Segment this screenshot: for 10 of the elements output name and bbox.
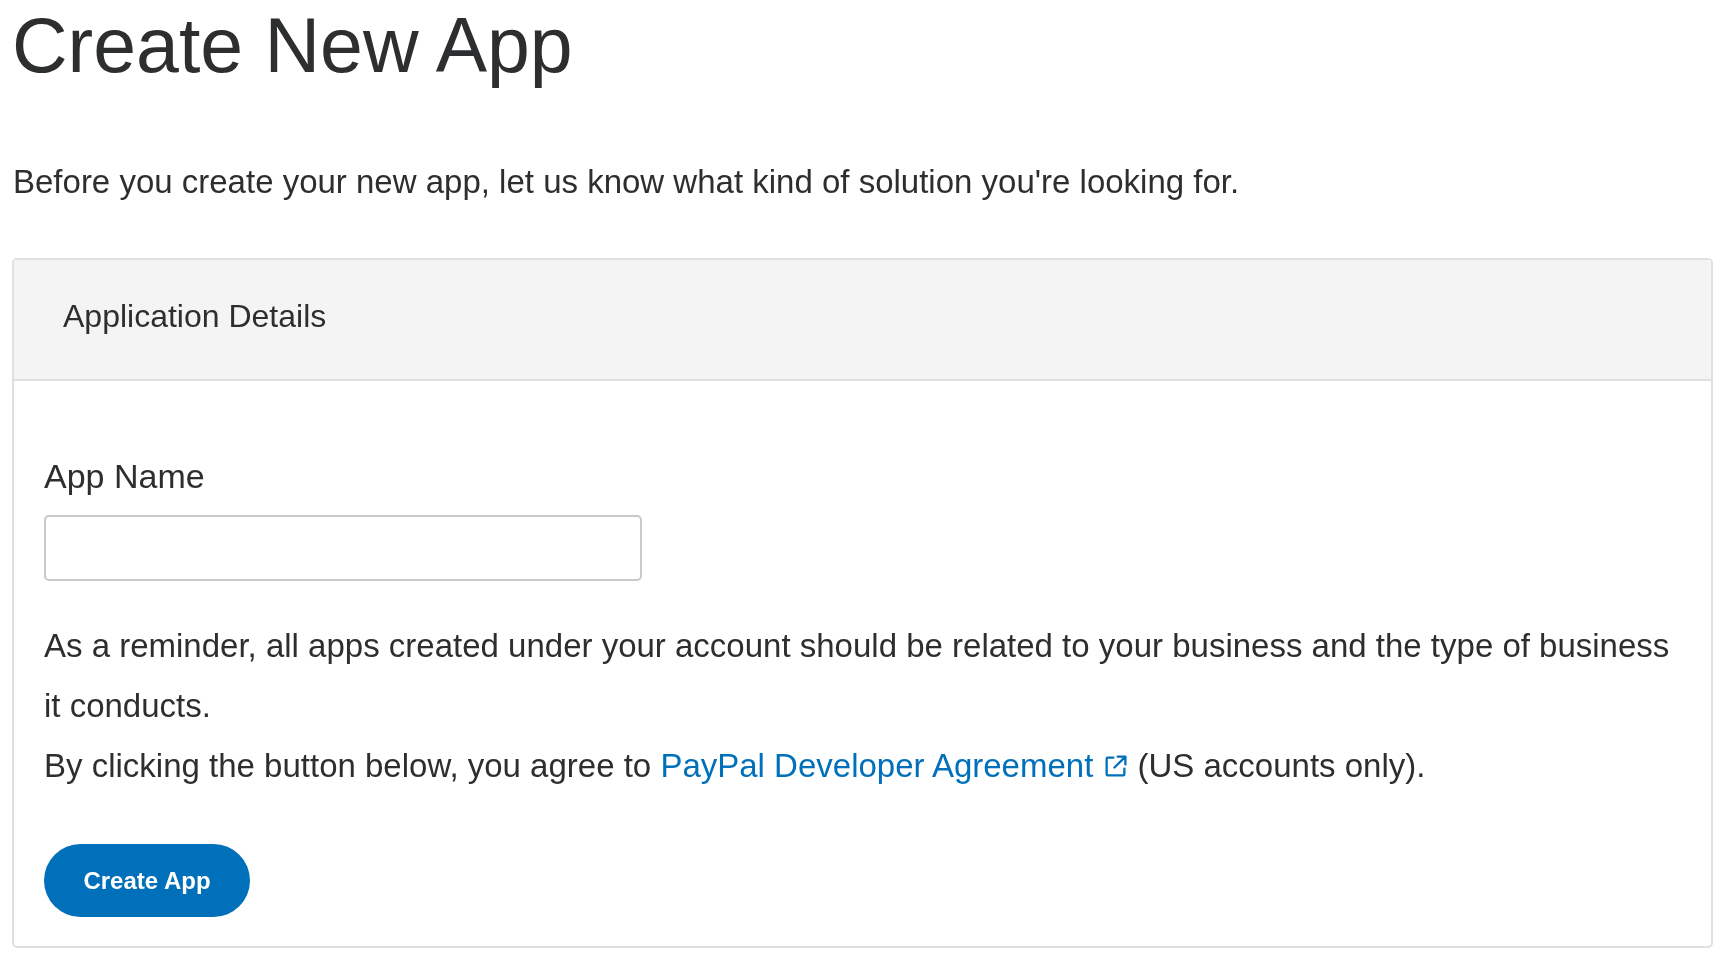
reminder-text: As a reminder, all apps created under your account should be related to your business and the type of business it conducts.: [44, 626, 1671, 726]
field-label: App Name: [44, 456, 205, 496]
external-link-icon: [1103, 754, 1129, 779]
intro-text: Before you create your new app, let us know what kind of solution you're looking for.: [13, 162, 1240, 202]
app-name-input[interactable]: [44, 515, 642, 581]
developer-agreement-link[interactable]: PayPal Developer Agreement: [660, 747, 1129, 784]
card-title: Application Details: [63, 298, 327, 334]
page-title: Create New App: [12, 1, 573, 90]
agreement-text: By clicking the button below, you agree to PayPal Developer Agreement (US accounts only).: [44, 746, 1426, 786]
create-app-button[interactable]: Create App: [44, 844, 250, 917]
